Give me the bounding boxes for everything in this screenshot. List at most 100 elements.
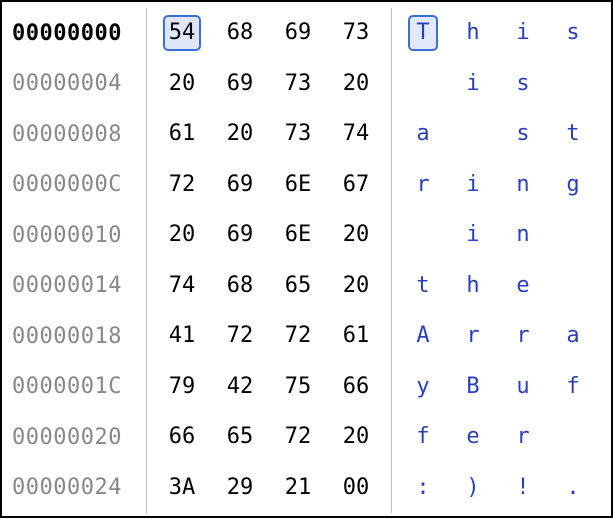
ascii-char[interactable]: T	[398, 17, 448, 49]
hex-byte[interactable]: 69	[269, 17, 327, 49]
ascii-char[interactable]: y	[398, 371, 448, 403]
hex-byte[interactable]: 61	[153, 118, 211, 150]
ascii-char[interactable]: n	[498, 219, 548, 251]
hex-bytes: 61 20 73 74	[153, 118, 385, 150]
hex-byte[interactable]: 72	[269, 421, 327, 453]
ascii-char[interactable]: i	[448, 169, 498, 201]
ascii-char[interactable]: h	[448, 17, 498, 49]
ascii-char[interactable]: n	[498, 169, 548, 201]
ascii-char[interactable]: A	[398, 320, 448, 352]
offset-cell[interactable]: 00000004	[12, 71, 140, 96]
hex-byte[interactable]: 66	[327, 371, 385, 403]
hex-byte[interactable]: 3A	[153, 472, 211, 504]
ascii-char[interactable]	[548, 68, 598, 100]
ascii-char[interactable]: g	[548, 169, 598, 201]
offset-cell[interactable]: 00000014	[12, 273, 140, 298]
ascii-char[interactable]	[548, 219, 598, 251]
ascii-char[interactable]: s	[548, 17, 598, 49]
hex-byte[interactable]: 41	[153, 320, 211, 352]
hex-byte[interactable]: 72	[211, 320, 269, 352]
ascii-char[interactable]: u	[498, 371, 548, 403]
offset-cell[interactable]: 00000000	[12, 21, 140, 46]
hex-byte[interactable]: 20	[327, 421, 385, 453]
ascii-char[interactable]: !	[498, 472, 548, 504]
ascii-char[interactable]: h	[448, 270, 498, 302]
hex-byte[interactable]: 20	[327, 219, 385, 251]
hex-byte[interactable]: 29	[211, 472, 269, 504]
ascii-char[interactable]: i	[448, 68, 498, 100]
ascii-char[interactable]	[398, 219, 448, 251]
ascii-char[interactable]: i	[498, 17, 548, 49]
ascii-char[interactable]: t	[548, 118, 598, 150]
ascii-char[interactable]: r	[498, 421, 548, 453]
hex-byte[interactable]: 72	[269, 320, 327, 352]
hex-byte[interactable]: 68	[211, 270, 269, 302]
hex-byte[interactable]: 73	[327, 17, 385, 49]
hex-byte[interactable]: 61	[327, 320, 385, 352]
offset-cell[interactable]: 00000008	[12, 122, 140, 147]
hex-byte[interactable]: 20	[211, 118, 269, 150]
hex-byte[interactable]: 20	[327, 68, 385, 100]
column-separator	[146, 412, 147, 463]
column-separator	[391, 463, 392, 514]
hex-byte[interactable]: 74	[153, 270, 211, 302]
ascii-char[interactable]: r	[398, 169, 448, 201]
offset-cell[interactable]: 0000001C	[12, 374, 140, 399]
ascii-char[interactable]: i	[448, 219, 498, 251]
ascii-char[interactable]	[398, 68, 448, 100]
hex-byte[interactable]: 21	[269, 472, 327, 504]
offset-cell[interactable]: 00000018	[12, 324, 140, 349]
ascii-char[interactable]	[548, 421, 598, 453]
ascii-char[interactable]: .	[548, 472, 598, 504]
ascii-char[interactable]: s	[498, 68, 548, 100]
hex-byte[interactable]: 67	[327, 169, 385, 201]
hex-byte[interactable]: 73	[269, 118, 327, 150]
hex-row: 00000024 3A 29 21 00 : ) ! .	[2, 463, 611, 514]
hex-byte[interactable]: 68	[211, 17, 269, 49]
hex-byte[interactable]: 72	[153, 169, 211, 201]
hex-byte[interactable]: 69	[211, 68, 269, 100]
hex-byte[interactable]: 74	[327, 118, 385, 150]
ascii-char[interactable]: r	[498, 320, 548, 352]
hex-byte[interactable]: 79	[153, 371, 211, 403]
hex-byte[interactable]: 65	[211, 421, 269, 453]
hex-byte[interactable]: 54	[153, 17, 211, 49]
hex-byte[interactable]: 65	[269, 270, 327, 302]
offset-cell[interactable]: 00000024	[12, 475, 140, 500]
ascii-char[interactable]: e	[498, 270, 548, 302]
ascii-char[interactable]: a	[548, 320, 598, 352]
hex-bytes: 72 69 6E 67	[153, 169, 385, 201]
ascii-char[interactable]: B	[448, 371, 498, 403]
ascii-char[interactable]: :	[398, 472, 448, 504]
ascii-char[interactable]: )	[448, 472, 498, 504]
ascii-char[interactable]: f	[398, 421, 448, 453]
hex-byte[interactable]: 69	[211, 219, 269, 251]
hex-byte[interactable]: 69	[211, 169, 269, 201]
hex-byte[interactable]: 20	[327, 270, 385, 302]
ascii-bytes: T h i s	[398, 17, 598, 49]
hex-byte[interactable]: 20	[153, 219, 211, 251]
ascii-char[interactable]: f	[548, 371, 598, 403]
hex-bytes: 74 68 65 20	[153, 270, 385, 302]
hex-byte[interactable]: 73	[269, 68, 327, 100]
hex-byte[interactable]: 6E	[269, 169, 327, 201]
offset-cell[interactable]: 00000020	[12, 425, 140, 450]
ascii-char[interactable]: t	[398, 270, 448, 302]
hex-byte[interactable]: 42	[211, 371, 269, 403]
hex-byte[interactable]: 6E	[269, 219, 327, 251]
ascii-char[interactable]: r	[448, 320, 498, 352]
offset-cell[interactable]: 00000010	[12, 223, 140, 248]
ascii-char[interactable]	[448, 118, 498, 150]
column-separator	[391, 59, 392, 110]
hex-byte[interactable]: 00	[327, 472, 385, 504]
ascii-char[interactable]: e	[448, 421, 498, 453]
hex-byte[interactable]: 20	[153, 68, 211, 100]
ascii-char[interactable]: a	[398, 118, 448, 150]
hex-bytes: 66 65 72 20	[153, 421, 385, 453]
hex-byte[interactable]: 75	[269, 371, 327, 403]
ascii-char[interactable]	[548, 270, 598, 302]
offset-cell[interactable]: 0000000C	[12, 172, 140, 197]
column-separator	[391, 160, 392, 211]
hex-byte[interactable]: 66	[153, 421, 211, 453]
ascii-char[interactable]: s	[498, 118, 548, 150]
